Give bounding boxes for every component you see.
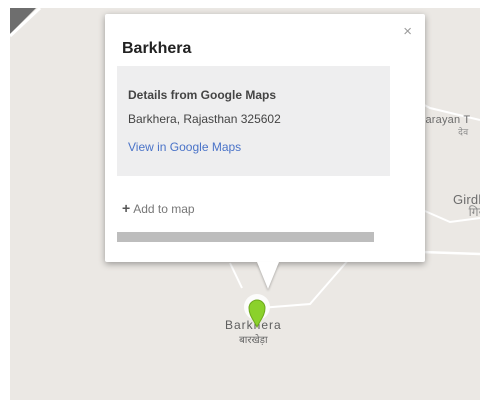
place-label-girdh: Girdh गिर् (453, 193, 480, 219)
horizontal-scrollbar[interactable] (117, 232, 374, 242)
details-panel: Details from Google Maps Barkhera, Rajas… (117, 66, 390, 176)
plus-icon: + (122, 200, 131, 216)
details-heading: Details from Google Maps (128, 88, 277, 102)
marker-label-local: बारखेड़ा (239, 335, 268, 346)
details-address: Barkhera, Rajasthan 325602 (128, 112, 281, 126)
add-to-map-label: Add to map (133, 202, 195, 216)
view-in-google-maps-link[interactable]: View in Google Maps (128, 140, 241, 154)
add-to-map-button[interactable]: + Add to map (122, 200, 195, 216)
info-window-title: Barkhera (122, 40, 192, 57)
info-window: × Barkhera Details from Google Maps Bark… (105, 14, 425, 289)
close-button[interactable]: × (403, 24, 412, 39)
info-window-pointer (257, 262, 279, 289)
map-pin-icon[interactable] (243, 293, 271, 329)
map-canvas[interactable]: Devnarayan T देव Girdh गिर् Barkhera बार… (10, 8, 480, 400)
place-name-local: गिर् (468, 205, 480, 219)
